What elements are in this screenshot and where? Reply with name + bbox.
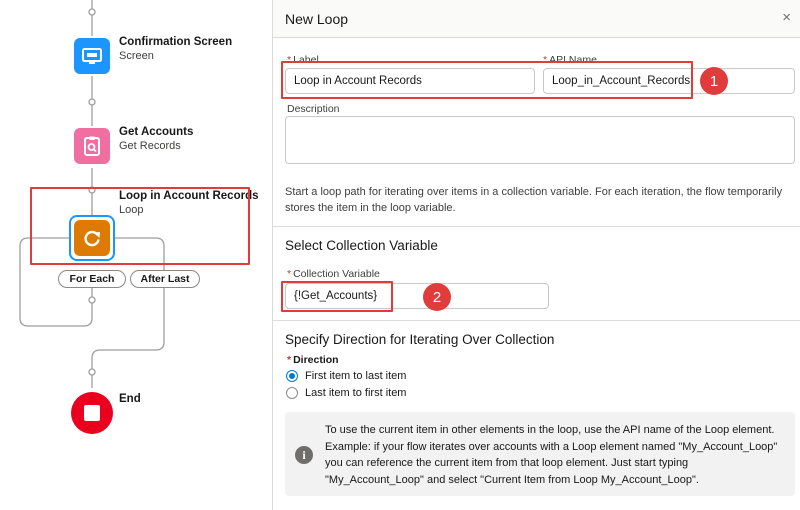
required-marker: * [287, 268, 292, 280]
radio-first-to-last-label: First item to last item [305, 370, 407, 382]
loop-icon[interactable] [74, 220, 110, 256]
node-title-loop[interactable]: Loop in Account Records [119, 190, 259, 202]
api-name-field-label: * API Name [543, 54, 597, 66]
node-type-get-records: Get Records [119, 140, 181, 152]
path-after-last[interactable]: After Last [130, 270, 200, 288]
collection-variable-input[interactable] [285, 283, 549, 309]
screen-icon[interactable] [74, 38, 110, 74]
annotation-badge-1: 1 [700, 67, 728, 95]
radio-last-to-first-label: Last item to first item [305, 387, 407, 399]
close-icon[interactable]: × [782, 9, 791, 26]
label-input[interactable] [285, 68, 535, 94]
api-name-field-label-text: API Name [549, 54, 597, 66]
flow-canvas: Confirmation Screen Screen Get Accounts … [0, 0, 272, 510]
annotation-badge-2: 2 [423, 283, 451, 311]
stop-square [84, 405, 100, 421]
node-title-confirmation-screen[interactable]: Confirmation Screen [119, 36, 232, 48]
info-message: i To use the current item in other eleme… [285, 412, 795, 496]
loop-help-text: Start a loop path for iterating over ite… [285, 186, 783, 214]
path-for-each[interactable]: For Each [58, 270, 126, 288]
description-textarea[interactable] [285, 116, 795, 164]
flow-connectors [19, 0, 165, 388]
clipboard-search-icon[interactable] [74, 128, 110, 164]
collection-section-title: Select Collection Variable [285, 238, 438, 253]
info-icon: i [295, 446, 313, 464]
property-editor-panel: New Loop × *Label *API Name 1 Descriptio… [272, 0, 800, 510]
required-marker: * [287, 54, 292, 66]
node-type-screen: Screen [119, 50, 154, 62]
info-message-text: To use the current item in other element… [325, 424, 778, 486]
panel-title: New Loop [285, 11, 349, 27]
radio-last-to-first[interactable]: Last item to first item [286, 387, 406, 399]
node-title-end[interactable]: End [119, 393, 141, 405]
radio-button-checked[interactable] [286, 370, 298, 382]
section-divider [273, 226, 800, 227]
node-title-get-accounts[interactable]: Get Accounts [119, 126, 193, 138]
radio-button-unchecked[interactable] [286, 387, 298, 399]
direction-label: * Direction [287, 354, 339, 366]
stop-icon[interactable] [71, 392, 113, 434]
collection-variable-label: * Collection Variable [287, 268, 380, 280]
label-field-label-text: Label [293, 54, 319, 66]
required-marker: * [287, 354, 292, 366]
direction-section-title: Specify Direction for Iterating Over Col… [285, 332, 555, 347]
label-field-label: * Label [287, 54, 319, 66]
collection-variable-label-text: Collection Variable [293, 268, 380, 280]
direction-label-text: Direction [293, 354, 339, 366]
node-type-loop: Loop [119, 204, 144, 216]
required-marker: * [543, 54, 548, 66]
section-divider [273, 320, 800, 321]
radio-first-to-last[interactable]: First item to last item [286, 370, 406, 382]
panel-header: New Loop × [273, 0, 800, 38]
description-label: Description [287, 103, 340, 115]
api-name-input[interactable] [543, 68, 795, 94]
